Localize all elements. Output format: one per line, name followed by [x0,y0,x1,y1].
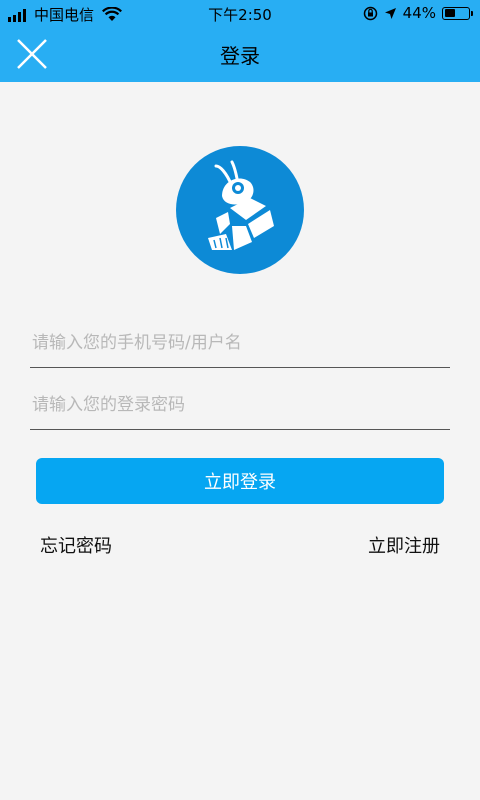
forgot-password-link[interactable]: 忘记密码 [40,532,112,558]
password-input[interactable] [30,380,450,429]
rotation-lock-icon [363,6,377,20]
username-input[interactable] [30,318,450,367]
page-title: 登录 [220,44,260,68]
login-button[interactable]: 立即登录 [36,458,444,504]
password-field [30,380,450,430]
username-field [30,318,450,368]
battery-icon [442,6,473,20]
register-link[interactable]: 立即注册 [368,532,440,558]
battery-percent: 44% [402,4,436,22]
status-right: 44% [357,4,473,22]
location-arrow-icon [384,7,396,19]
battery-level [444,9,455,17]
nav-bar: 登录 [0,26,480,82]
shrimp-logo-icon [176,146,304,274]
status-bar: 中国电信 下午2:50 44% [0,0,480,26]
app-logo [176,146,304,274]
